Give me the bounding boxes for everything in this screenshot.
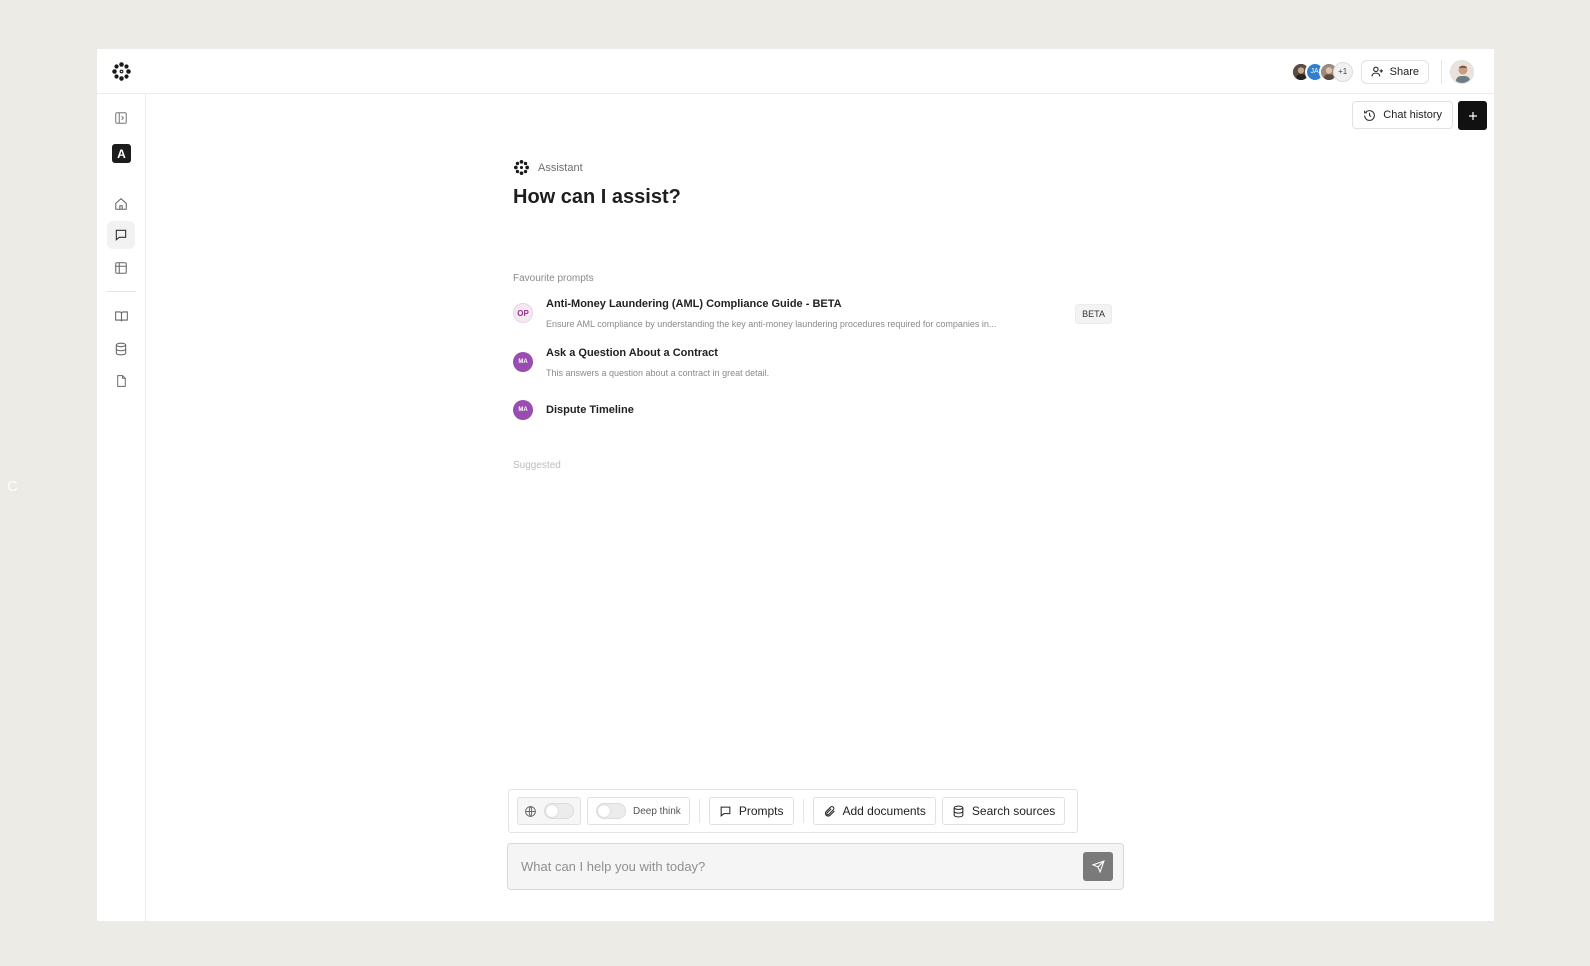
web-search-switch[interactable] [544, 803, 574, 819]
prompt-title: Ask a Question About a Contract [546, 347, 718, 359]
sidebar: A [97, 94, 146, 921]
sidebar-toggle-icon[interactable] [107, 104, 135, 132]
favourite-prompts-label: Favourite prompts [513, 273, 594, 284]
prompt-author-avatar: OP [513, 303, 533, 323]
chat-history-label: Chat history [1383, 109, 1442, 121]
add-documents-button[interactable]: Add documents [812, 797, 936, 825]
book-icon[interactable] [107, 302, 135, 330]
assistant-logo-icon [513, 159, 530, 176]
assistant-header: Assistant [513, 159, 1123, 176]
history-icon [1364, 109, 1376, 121]
send-button[interactable] [1083, 852, 1113, 881]
topbar-divider [1441, 59, 1442, 84]
topbar-right: JA +1 Share [1290, 49, 1494, 94]
prompt-item-contract-question[interactable]: MA Ask a Question About a Contract This … [513, 347, 1123, 378]
prompt-item-aml-guide[interactable]: OP Anti-Money Laundering (AML) Complianc… [513, 298, 1123, 329]
database-icon [953, 805, 964, 817]
prompt-description: Ensure AML compliance by understanding t… [546, 319, 997, 329]
prompts-button[interactable]: Prompts [708, 797, 794, 825]
logo-icon[interactable] [111, 61, 132, 82]
paperclip-icon [824, 805, 835, 817]
new-chat-button[interactable] [1458, 101, 1487, 130]
send-icon [1091, 860, 1105, 873]
plus-icon [1468, 111, 1477, 120]
web-search-toggle[interactable] [517, 797, 581, 825]
beta-badge: BETA [1075, 304, 1112, 324]
collaborator-overflow-count: +1 [1332, 61, 1353, 82]
deep-think-toggle[interactable]: Deep think [587, 797, 690, 825]
share-label: Share [1389, 65, 1419, 78]
page-title: How can I assist? [513, 186, 681, 208]
chat-bubble-icon [720, 806, 731, 817]
database-icon[interactable] [107, 335, 135, 363]
collaborator-avatars[interactable]: JA +1 [1290, 61, 1353, 82]
add-documents-label: Add documents [842, 804, 926, 818]
prompts-label: Prompts [738, 804, 784, 818]
main-content: Assistant How can I assist? Favourite pr… [513, 159, 1123, 471]
prompt-author-avatar: MA [513, 400, 533, 420]
chat-history-button[interactable]: Chat history [1352, 101, 1453, 129]
background-letter: C [7, 478, 18, 495]
deep-think-switch[interactable] [596, 803, 626, 819]
document-icon[interactable] [107, 367, 135, 395]
prompt-description: This answers a question about a contract… [546, 368, 770, 378]
add-user-icon [1371, 66, 1383, 77]
user-avatar[interactable] [1450, 59, 1474, 84]
share-button[interactable]: Share [1360, 59, 1429, 84]
top-bar: JA +1 Share [97, 49, 1494, 94]
chat-icon[interactable] [107, 221, 135, 249]
globe-icon [525, 805, 536, 817]
suggested-label: Suggested [513, 460, 561, 471]
workspace-badge[interactable]: A [112, 144, 131, 163]
home-icon[interactable] [107, 190, 135, 218]
prompt-author-avatar: MA [513, 352, 533, 372]
app-window: JA +1 Share A Chat history Assistant How… [97, 49, 1494, 921]
prompt-item-dispute-timeline[interactable]: MA Dispute Timeline [513, 396, 1123, 420]
composer-toolbar: Deep think Prompts Add documents Search … [508, 789, 1078, 833]
toolbar-divider [802, 799, 804, 823]
message-composer [507, 843, 1124, 890]
search-sources-label: Search sources [971, 804, 1056, 818]
sidebar-divider [107, 291, 136, 292]
message-input[interactable] [521, 859, 1061, 874]
prompt-title: Dispute Timeline [546, 404, 634, 416]
deep-think-label: Deep think [633, 805, 681, 817]
assistant-label: Assistant [538, 161, 583, 174]
toolbar-divider [698, 799, 700, 823]
prompt-title: Anti-Money Laundering (AML) Compliance G… [546, 298, 842, 310]
search-sources-button[interactable]: Search sources [941, 797, 1066, 825]
table-icon[interactable] [107, 254, 135, 282]
